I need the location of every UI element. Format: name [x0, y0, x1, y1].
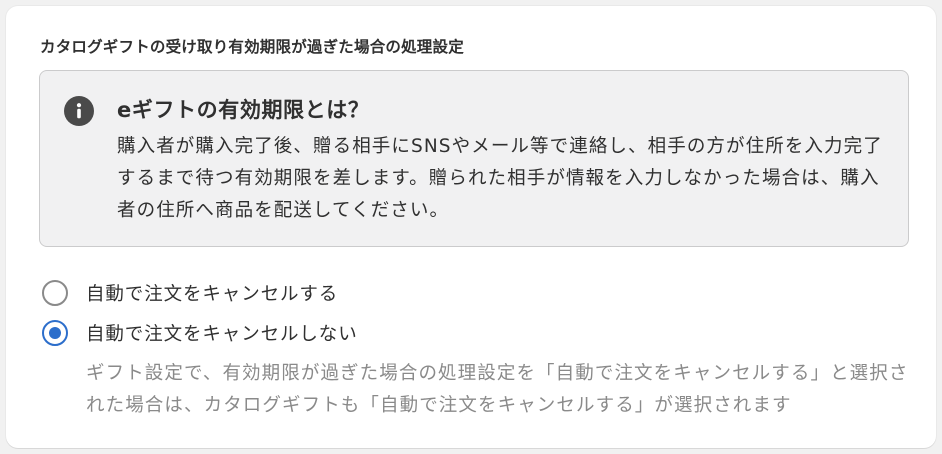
section-title: カタログギフトの受け取り有効期限が過ぎた場合の処理設定 [40, 38, 464, 56]
settings-card: カタログギフトの受け取り有効期限が過ぎた場合の処理設定 eギフトの有効期限とは？… [6, 6, 936, 448]
info-banner: eギフトの有効期限とは？ 購入者が購入完了後、贈る相手にSNSやメール等で連絡し… [39, 70, 909, 247]
radio-option-no-auto-cancel[interactable]: 自動で注文をキャンセルしない [42, 320, 358, 346]
radio-button-auto-cancel[interactable] [42, 280, 68, 306]
info-body: 購入者が購入完了後、贈る相手にSNSやメール等で連絡し、相手の方が住所を入力完了… [117, 136, 883, 221]
help-text: ギフト設定で、有効期限が過ぎた場合の処理設定を「自動で注文をキャンセルする」と選… [86, 363, 909, 416]
radio-label-auto-cancel: 自動で注文をキャンセルする [86, 284, 339, 305]
radio-option-auto-cancel[interactable]: 自動で注文をキャンセルする [42, 280, 338, 306]
radio-label-no-auto-cancel: 自動で注文をキャンセルしない [86, 324, 358, 345]
info-icon [64, 96, 94, 126]
info-heading: eギフトの有効期限とは？ [117, 98, 370, 122]
radio-button-no-auto-cancel[interactable] [42, 320, 68, 346]
